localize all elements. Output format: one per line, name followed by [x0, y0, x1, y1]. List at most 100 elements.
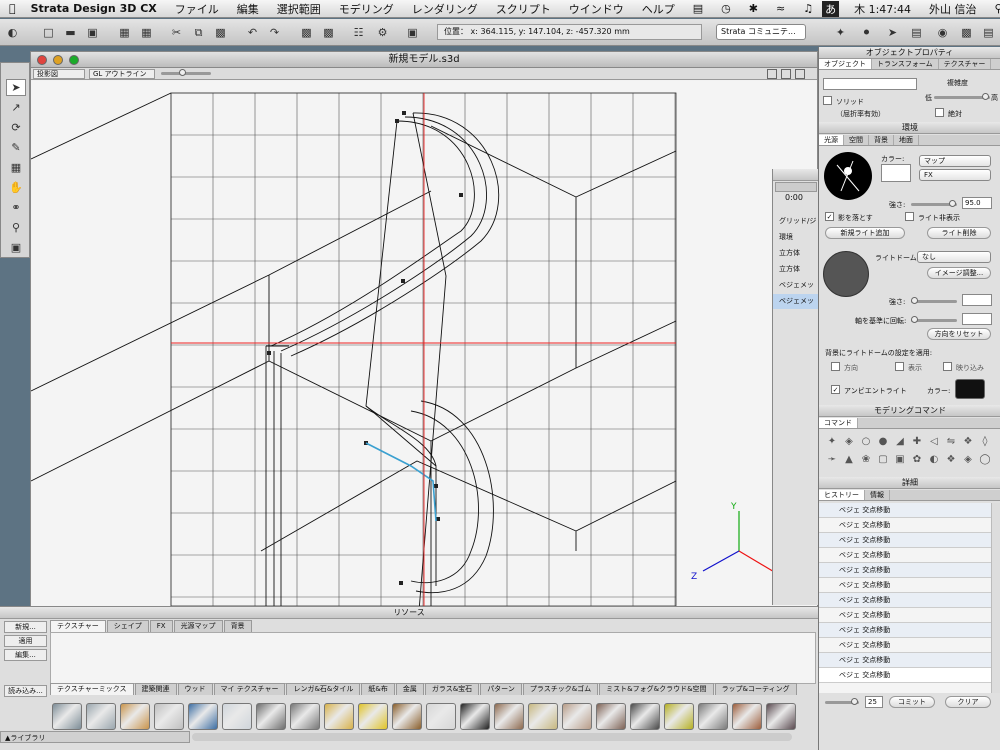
modeling-command-icon[interactable]: ◐ — [927, 453, 941, 467]
menu-file[interactable]: ファイル — [166, 1, 228, 17]
tab-commands[interactable]: コマンド — [819, 418, 858, 428]
direction-checkbox[interactable] — [831, 362, 840, 371]
render-mode-popup[interactable]: GL アウトライン — [89, 69, 155, 79]
texture-swatch[interactable] — [426, 703, 456, 730]
lib-tab-plastic-rubber[interactable]: プラスチック&ゴム — [522, 683, 599, 695]
lib-tab-brick-stone[interactable]: レンガ&石&タイル — [286, 683, 361, 695]
reflect-checkbox[interactable] — [943, 362, 952, 371]
texture-swatch[interactable] — [120, 703, 150, 730]
lib-tab-texture-mix[interactable]: テクスチャーミックス — [50, 683, 134, 695]
history-item[interactable]: ベジェ 交点移動 — [819, 623, 991, 638]
texture-swatch[interactable] — [52, 703, 82, 730]
new-resource-button[interactable]: 新規... — [4, 621, 47, 633]
lib-tab-architecture[interactable]: 建築関連 — [134, 683, 177, 695]
texture-swatch[interactable] — [290, 703, 320, 730]
texture-swatch[interactable] — [324, 703, 354, 730]
cut-icon[interactable]: ✂ — [168, 24, 185, 41]
script-icon[interactable]: ▤ — [980, 24, 997, 41]
solid-checkbox[interactable] — [823, 96, 832, 105]
light-preview-sphere[interactable] — [823, 151, 873, 201]
modeling-command-icon[interactable]: ✦ — [825, 435, 839, 449]
history-item[interactable]: ベジェ 交点移動 — [819, 578, 991, 593]
copy-icon[interactable]: ⧉ — [190, 24, 207, 41]
modeling-command-icon[interactable]: ◈ — [961, 453, 975, 467]
view-layout-icon[interactable] — [795, 69, 805, 79]
photoshop-export-icon[interactable]: ▦ — [138, 24, 155, 41]
commit-button[interactable]: コミット — [889, 696, 935, 708]
menu-edit[interactable]: 編集 — [228, 1, 268, 17]
history-item[interactable]: ベジェ 交点移動 — [819, 518, 991, 533]
history-item[interactable]: ベジェ 交点移動 — [819, 503, 991, 518]
dome-strength-slider[interactable] — [911, 297, 957, 304]
modeling-command-icon[interactable]: ✿ — [910, 453, 924, 467]
texture-swatch[interactable] — [630, 703, 660, 730]
texture-swatch[interactable] — [222, 703, 252, 730]
ambient-color-swatch[interactable] — [955, 379, 985, 399]
open-folder-icon[interactable]: ▬ — [62, 24, 79, 41]
wifi-icon[interactable]: ≈ — [767, 2, 794, 15]
tab-info[interactable]: 情報 — [865, 490, 890, 500]
history-item[interactable]: ベジェ 交点移動 — [819, 563, 991, 578]
light-color-swatch[interactable] — [881, 164, 911, 182]
complexity-slider[interactable] — [934, 93, 990, 100]
modeling-command-icon[interactable]: ❖ — [944, 453, 958, 467]
tab-fx[interactable]: FX — [149, 620, 173, 632]
strength-value-field[interactable]: 95.0 — [962, 197, 992, 209]
object-name-field[interactable] — [823, 78, 917, 90]
image-adjust-button[interactable]: イメージ調整... — [927, 267, 991, 279]
tab-transform[interactable]: トランスフォーム — [872, 59, 939, 69]
modeling-command-icon[interactable]: ▲ — [842, 453, 856, 467]
light-dome-popup[interactable]: なし — [917, 251, 991, 263]
light-strength-slider[interactable] — [911, 200, 957, 207]
plane-icon[interactable]: ➤ — [884, 24, 901, 41]
tab-history[interactable]: ヒストリー — [819, 490, 865, 500]
texture-swatch[interactable] — [698, 703, 728, 730]
photoshop-icon[interactable]: ▦ — [116, 24, 133, 41]
view-zoom-slider[interactable] — [161, 69, 211, 76]
menu-user[interactable]: 外山 信治 — [920, 1, 986, 17]
modeling-command-icon[interactable]: ◁ — [927, 435, 941, 449]
reset-direction-button[interactable]: 方向をリセット — [927, 328, 991, 340]
tab-backgrounds[interactable]: 背景 — [223, 620, 252, 632]
hand-tool-icon[interactable]: ✋ — [6, 179, 26, 196]
subselect-icon[interactable]: ↗ — [6, 99, 26, 116]
viewport-canvas[interactable]: Y Z — [31, 81, 817, 606]
add-light-button[interactable]: 新規ライト追加 — [825, 227, 905, 239]
tab-ground[interactable]: 地面 — [894, 135, 919, 145]
texture-swatch[interactable] — [664, 703, 694, 730]
modeling-command-icon[interactable]: ◊ — [978, 435, 992, 449]
library-popup[interactable]: ▲ライブラリ — [0, 731, 190, 743]
lib-tab-my-textures[interactable]: マイ テクスチャー — [213, 683, 286, 695]
tab-shapes[interactable]: シェイプ — [106, 620, 149, 632]
lib-tab-wood[interactable]: ウッド — [177, 683, 213, 695]
modeling-command-icon[interactable]: ⇋ — [944, 435, 958, 449]
lib-tab-wrap-coating[interactable]: ラップ&コーティング — [714, 683, 797, 695]
history-item[interactable]: ベジェ 交点移動 — [819, 548, 991, 563]
view-lock-icon[interactable] — [767, 69, 777, 79]
app-menu[interactable]: Strata Design 3D CX — [25, 2, 166, 15]
uv-icon[interactable]: ▣ — [404, 24, 421, 41]
clear-button[interactable]: クリア — [945, 696, 991, 708]
modeling-command-icon[interactable]: ▣ — [893, 453, 907, 467]
tab-texture[interactable]: テクスチャー — [939, 59, 992, 69]
history-item-current[interactable]: ベジェ 交点移動 — [819, 668, 991, 683]
texture-swatch[interactable] — [188, 703, 218, 730]
lib-tab-glass-gem[interactable]: ガラス&宝石 — [424, 683, 480, 695]
scene-item[interactable]: グリッド/ジ — [773, 214, 819, 229]
texture-swatch[interactable] — [596, 703, 626, 730]
bluetooth-icon[interactable]: ✱ — [740, 2, 767, 15]
history-depth-slider[interactable] — [825, 698, 859, 705]
timemachine-icon[interactable]: ◷ — [712, 2, 740, 15]
history-item[interactable]: ベジェ 交点移動 — [819, 638, 991, 653]
group-icon[interactable]: ▩ — [298, 24, 315, 41]
texture-swatch[interactable] — [256, 703, 286, 730]
texture-swatch[interactable] — [562, 703, 592, 730]
spotlight-icon[interactable]: ⚲ — [986, 2, 1000, 15]
modeling-command-icon[interactable]: ➛ — [825, 453, 839, 467]
tab-background[interactable]: 背景 — [869, 135, 894, 145]
redo-icon[interactable]: ↷ — [266, 24, 283, 41]
delete-light-button[interactable]: ライト削除 — [927, 227, 991, 239]
rotate-tool-icon[interactable]: ⟳ — [6, 119, 26, 136]
texture-swatch[interactable] — [460, 703, 490, 730]
lib-tab-paper-cloth[interactable]: 紙&布 — [361, 683, 395, 695]
